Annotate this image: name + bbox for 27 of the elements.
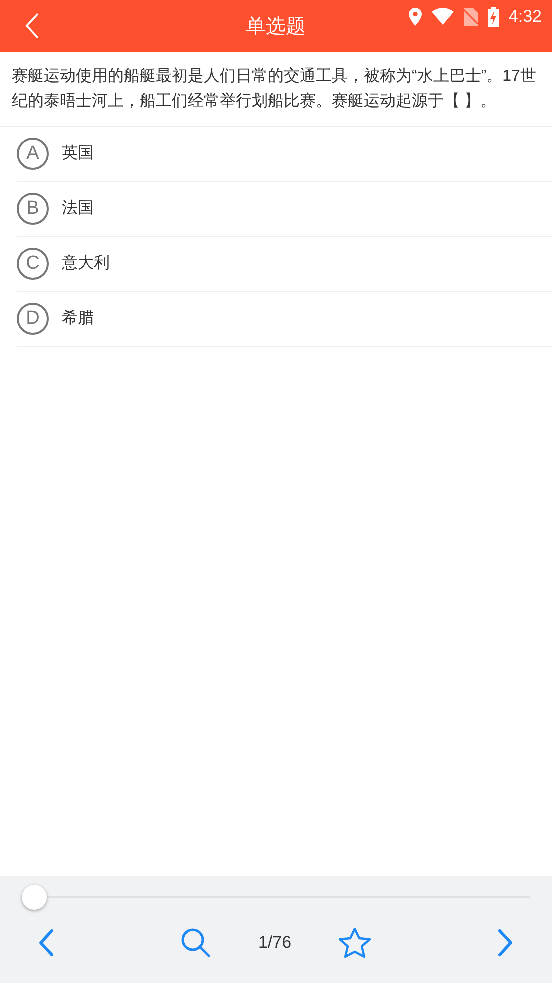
clock-time: 4:32 xyxy=(508,6,542,28)
wifi-icon xyxy=(432,8,454,26)
option-letter: A xyxy=(17,138,49,170)
answer-option[interactable]: A 英国 xyxy=(17,127,552,182)
slider-thumb[interactable] xyxy=(22,885,47,910)
no-sim-icon xyxy=(464,8,478,26)
option-text: 希腊 xyxy=(62,308,94,329)
question-text: 赛艇运动使用的船艇最初是人们日常的交通工具，被称为“水上巴士”。17世纪的泰晤士河上，船工们经常举行划船比赛。赛艇运动起源于【 】。 xyxy=(11,66,538,112)
option-letter: C xyxy=(17,248,49,280)
answer-option[interactable]: C 意大利 xyxy=(17,237,552,292)
chevron-right-icon xyxy=(497,928,515,958)
option-letter: B xyxy=(17,193,49,225)
page-counter: 1/76 xyxy=(258,932,292,954)
option-text: 意大利 xyxy=(62,254,110,274)
back-icon xyxy=(24,12,40,40)
answer-option[interactable]: B 法国 xyxy=(17,182,552,237)
star-icon xyxy=(338,926,372,958)
answer-option[interactable]: D 希腊 xyxy=(17,292,552,347)
option-text: 英国 xyxy=(62,144,94,164)
page-title: 单选题 xyxy=(246,15,306,40)
option-text: 法国 xyxy=(62,198,94,219)
progress-slider[interactable] xyxy=(22,884,530,910)
search-icon xyxy=(180,926,212,958)
option-letter: D xyxy=(17,303,49,335)
location-icon xyxy=(408,8,422,26)
chevron-left-icon xyxy=(37,928,55,958)
battery-charging-icon xyxy=(488,6,499,27)
